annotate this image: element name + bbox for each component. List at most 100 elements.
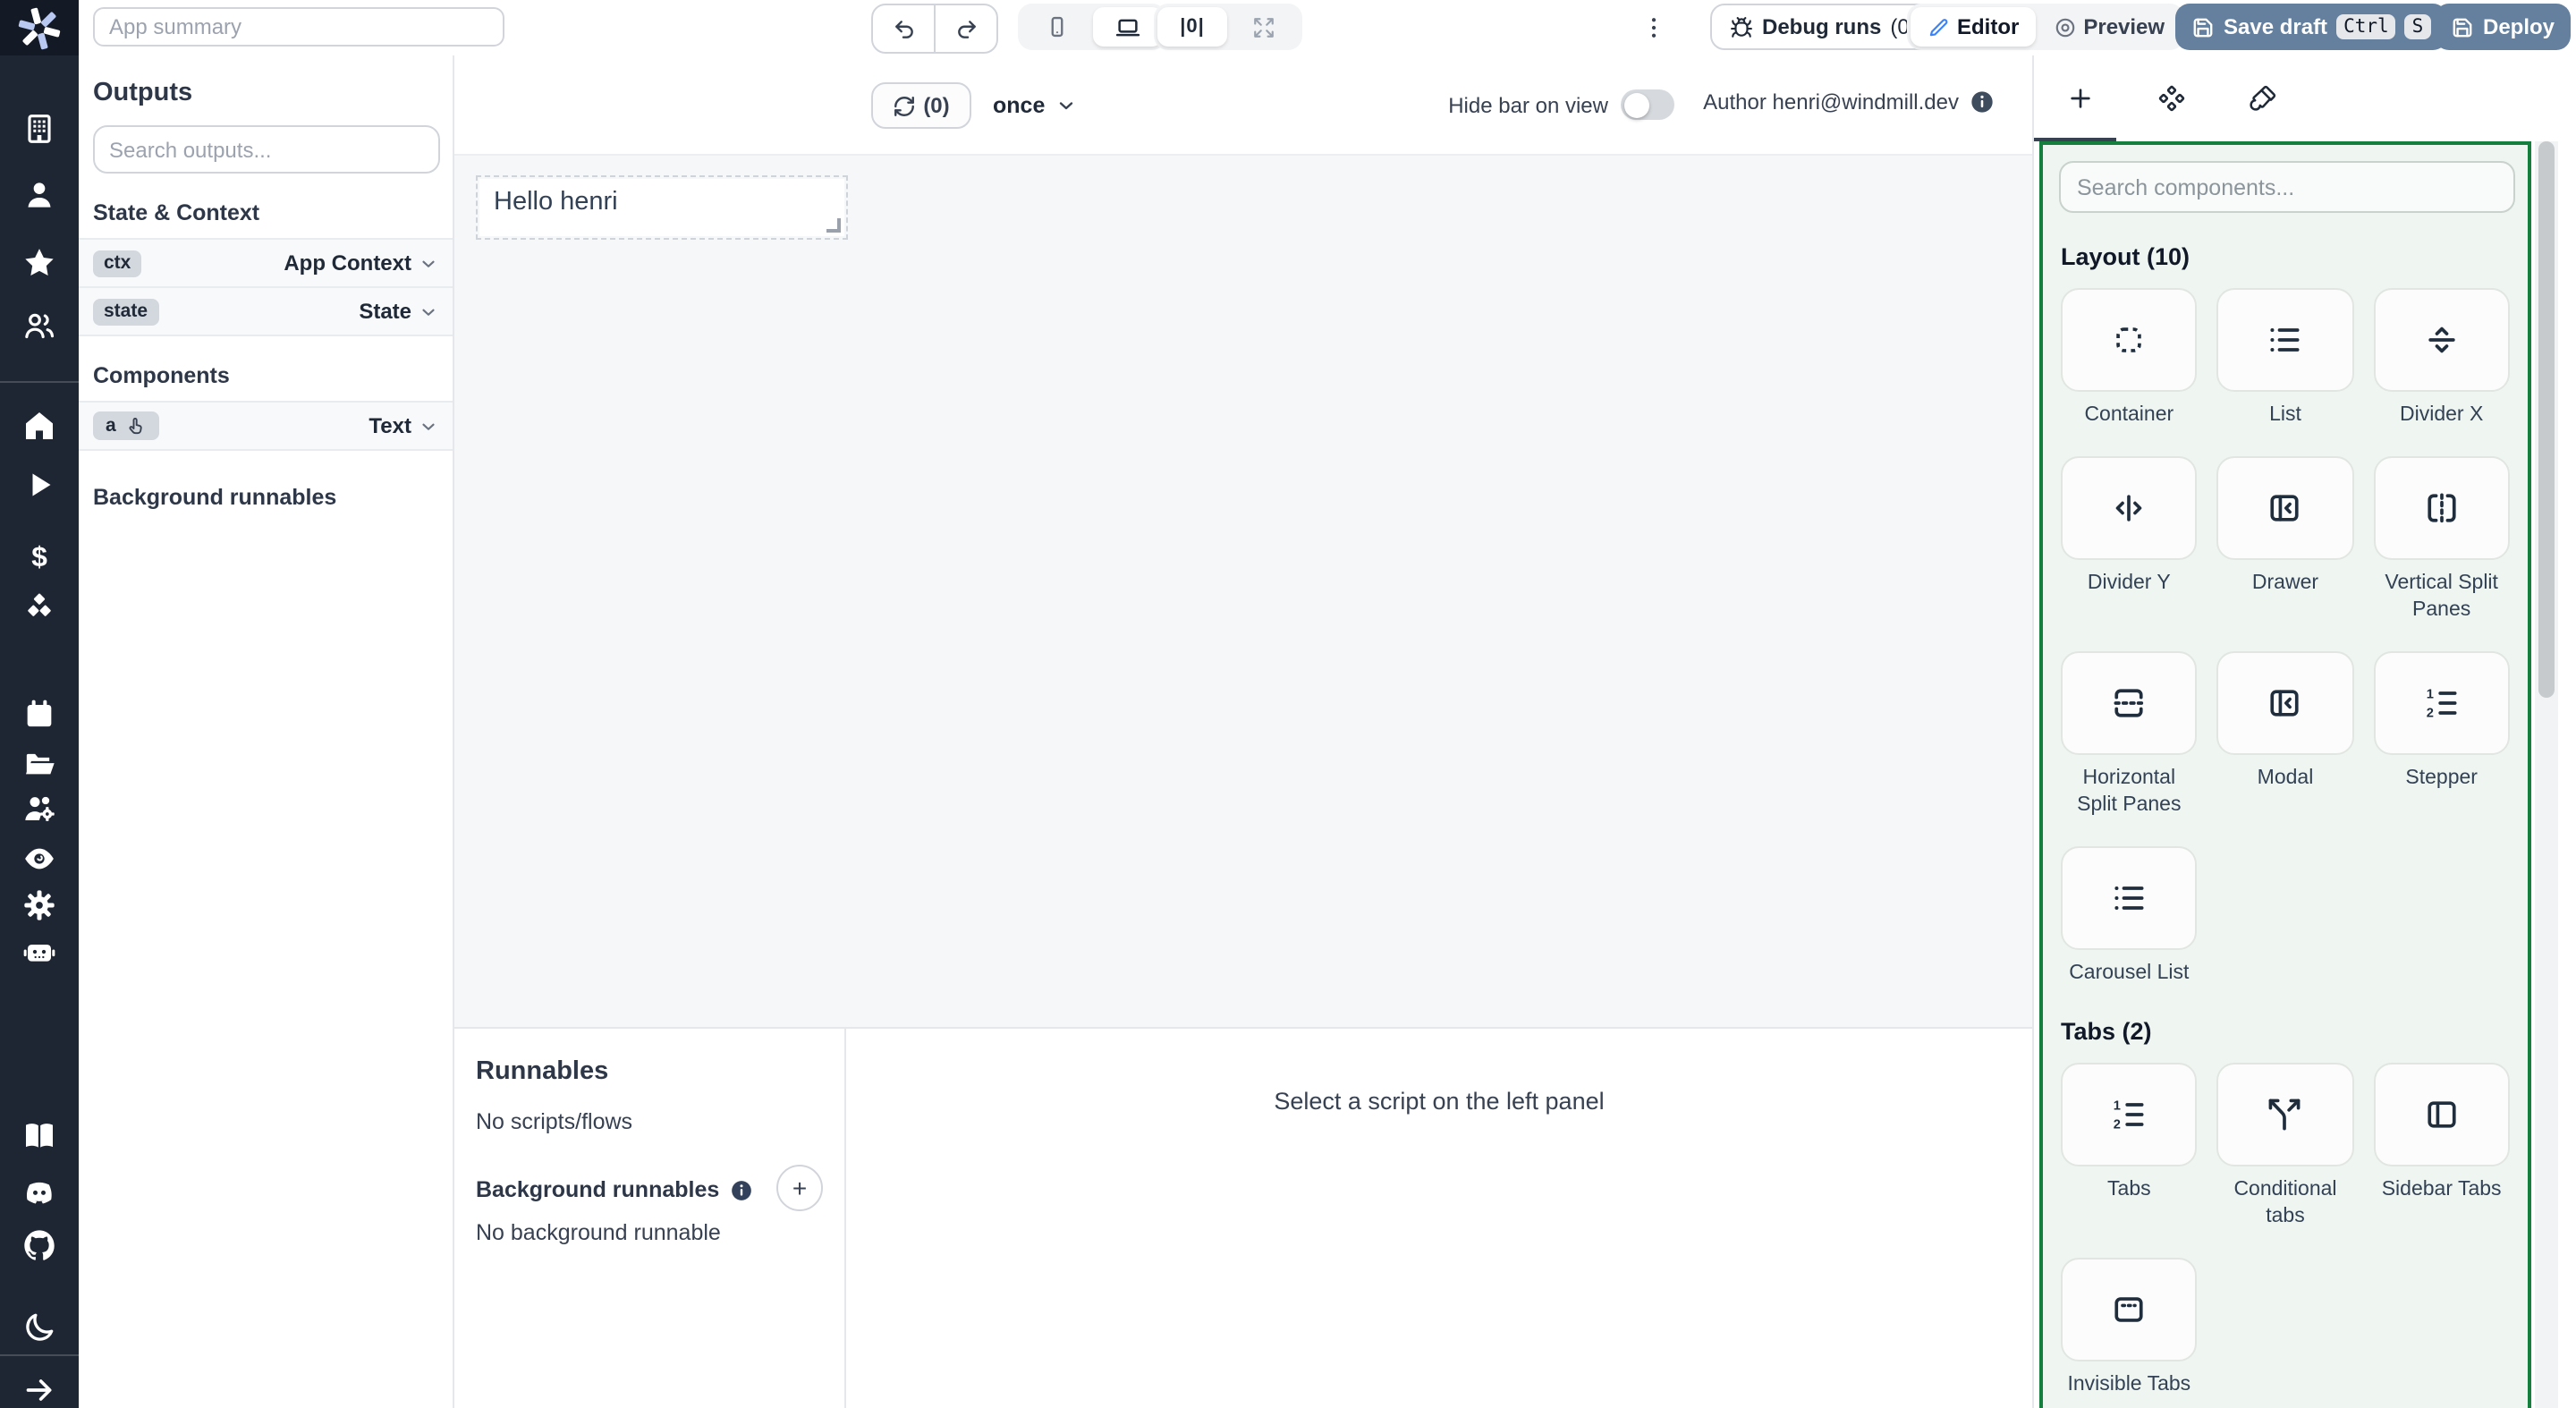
info-icon[interactable] bbox=[730, 1178, 753, 1201]
home-icon[interactable] bbox=[21, 408, 57, 444]
search-components-input[interactable] bbox=[2059, 161, 2515, 213]
search-outputs-input[interactable] bbox=[93, 125, 440, 174]
refresh-mode-dropdown[interactable]: once bbox=[993, 82, 1077, 129]
component-a-badge[interactable]: a bbox=[93, 411, 159, 440]
windmill-logo[interactable] bbox=[0, 0, 79, 55]
scrollbar-thumb[interactable] bbox=[2538, 141, 2555, 698]
output-row-state[interactable]: state State bbox=[79, 286, 453, 336]
center-align-button[interactable]: |0| bbox=[1157, 7, 1227, 47]
discord-icon[interactable] bbox=[21, 1175, 57, 1211]
divider-x-icon bbox=[2373, 288, 2510, 392]
chevron-down-icon[interactable] bbox=[419, 416, 438, 436]
canvas-align-toggle: |0| bbox=[1154, 4, 1302, 50]
app-editor-window: |0| Debug runs (0) Editor Preview Save d… bbox=[0, 0, 2576, 1408]
deploy-label: Deploy bbox=[2483, 14, 2555, 39]
book-icon[interactable] bbox=[21, 1118, 57, 1154]
redo-button[interactable] bbox=[934, 5, 996, 52]
component-card-container[interactable]: Container bbox=[2061, 288, 2198, 429]
author-info: Author henri@windmill.dev bbox=[1703, 89, 1995, 115]
settings-icon[interactable] bbox=[21, 887, 57, 923]
component-card-label: Drawer bbox=[2217, 571, 2354, 598]
app-summary-input[interactable] bbox=[93, 7, 504, 47]
user-cog-icon[interactable] bbox=[21, 791, 57, 827]
canvas-grid[interactable]: Hello henri bbox=[454, 154, 2032, 1027]
save-draft-button[interactable]: Save draft Ctrl S bbox=[2175, 4, 2446, 50]
component-a-id: a bbox=[106, 415, 116, 437]
desktop-view-button[interactable] bbox=[1093, 7, 1163, 47]
undo-icon bbox=[892, 17, 915, 40]
script-editor-placeholder-text: Select a script on the left panel bbox=[1274, 1088, 1604, 1115]
runnables-panel: Runnables No scripts/flows Background ru… bbox=[454, 1027, 2032, 1408]
deploy-button[interactable]: Deploy bbox=[2435, 4, 2571, 50]
component-card-horizontal-split-panes[interactable]: Horizontal Split Panes bbox=[2061, 651, 2198, 819]
kbd-ctrl: Ctrl bbox=[2336, 14, 2396, 39]
refresh-mode-label: once bbox=[993, 93, 1045, 118]
resize-handle[interactable] bbox=[826, 218, 841, 233]
component-card-carousel-list[interactable]: Carousel List bbox=[2061, 845, 2198, 987]
preview-tab[interactable]: Preview bbox=[2037, 7, 2181, 47]
component-card-invisible-tabs[interactable]: Invisible Tabs bbox=[2061, 1257, 2198, 1398]
sidebar-tabs-icon bbox=[2373, 1062, 2510, 1166]
component-card-conditional-tabs[interactable]: Conditional tabs bbox=[2217, 1062, 2354, 1230]
users-icon[interactable] bbox=[21, 308, 57, 344]
component-card-vertical-split-panes[interactable]: Vertical Split Panes bbox=[2373, 456, 2510, 624]
text-component-a[interactable]: Hello henri bbox=[479, 179, 844, 236]
chevron-down-icon[interactable] bbox=[419, 253, 438, 273]
kebab-icon bbox=[1640, 13, 1666, 40]
component-card-label: Conditional tabs bbox=[2217, 1176, 2354, 1230]
more-menu-button[interactable] bbox=[1639, 9, 1667, 45]
eye-icon[interactable] bbox=[21, 841, 57, 877]
add-background-runnable-button[interactable]: + bbox=[776, 1165, 823, 1211]
runnables-title: Runnables bbox=[476, 1057, 823, 1086]
save-icon bbox=[2451, 15, 2474, 38]
grid-cell: Hello henri bbox=[476, 175, 848, 240]
component-card-divider-x[interactable]: Divider X bbox=[2373, 288, 2510, 429]
star-icon[interactable] bbox=[21, 245, 57, 281]
runnables-list: Runnables No scripts/flows Background ru… bbox=[454, 1029, 846, 1408]
component-card-sidebar-tabs[interactable]: Sidebar Tabs bbox=[2373, 1062, 2510, 1230]
github-icon[interactable] bbox=[21, 1227, 57, 1263]
refresh-count: (0) bbox=[923, 93, 949, 118]
arrow-right-icon[interactable] bbox=[21, 1372, 57, 1408]
scrollbar[interactable] bbox=[2535, 141, 2558, 1408]
list-icon bbox=[2217, 288, 2354, 392]
component-card-list[interactable]: List bbox=[2217, 288, 2354, 429]
tab-insert-component[interactable] bbox=[2034, 55, 2125, 141]
editor-preview-toggle: Editor Preview bbox=[1907, 4, 2184, 50]
component-card-divider-y[interactable]: Divider Y bbox=[2061, 456, 2198, 624]
info-icon[interactable] bbox=[1970, 89, 1995, 115]
play-icon[interactable] bbox=[21, 467, 57, 503]
component-card-label: Stepper bbox=[2373, 766, 2510, 793]
fullwidth-button[interactable] bbox=[1229, 7, 1299, 47]
refresh-button[interactable]: (0) bbox=[871, 82, 971, 129]
mobile-view-button[interactable] bbox=[1021, 7, 1091, 47]
moon-icon[interactable] bbox=[21, 1310, 57, 1345]
hide-bar-toggle[interactable] bbox=[1621, 89, 1674, 120]
tab-styling[interactable] bbox=[2216, 55, 2308, 141]
output-row-ctx[interactable]: ctx App Context bbox=[79, 238, 453, 286]
boxes-icon[interactable] bbox=[21, 589, 57, 624]
robot-icon[interactable] bbox=[21, 934, 57, 970]
editor-tab[interactable]: Editor bbox=[1911, 7, 2035, 47]
outputs-title: Outputs bbox=[93, 79, 438, 107]
building-icon[interactable] bbox=[21, 111, 57, 147]
component-card-label: Vertical Split Panes bbox=[2373, 571, 2510, 624]
debug-runs-button[interactable]: Debug runs (0) bbox=[1710, 4, 1936, 50]
component-card-modal[interactable]: Modal bbox=[2217, 651, 2354, 819]
dollar-icon[interactable] bbox=[21, 539, 57, 574]
background-runnables-title: Background runnables bbox=[476, 1177, 719, 1202]
hide-bar-control: Hide bar on view bbox=[1448, 89, 1674, 120]
component-card-label: Divider Y bbox=[2061, 571, 2198, 598]
component-section-title: Tabs (2) bbox=[2061, 1017, 2510, 1044]
component-card-drawer[interactable]: Drawer bbox=[2217, 456, 2354, 624]
undo-button[interactable] bbox=[873, 5, 934, 52]
folder-icon[interactable] bbox=[21, 746, 57, 782]
user-icon[interactable] bbox=[21, 177, 57, 213]
chevron-down-icon[interactable] bbox=[419, 301, 438, 321]
app-canvas: (0) once Hide bar on view Author henri@w… bbox=[454, 55, 2032, 1408]
component-card-stepper[interactable]: Stepper bbox=[2373, 651, 2510, 819]
tab-component-settings[interactable] bbox=[2125, 55, 2216, 141]
component-card-tabs[interactable]: Tabs bbox=[2061, 1062, 2198, 1230]
calendar-icon[interactable] bbox=[21, 696, 57, 732]
output-row-component-a[interactable]: a Text bbox=[79, 401, 453, 451]
